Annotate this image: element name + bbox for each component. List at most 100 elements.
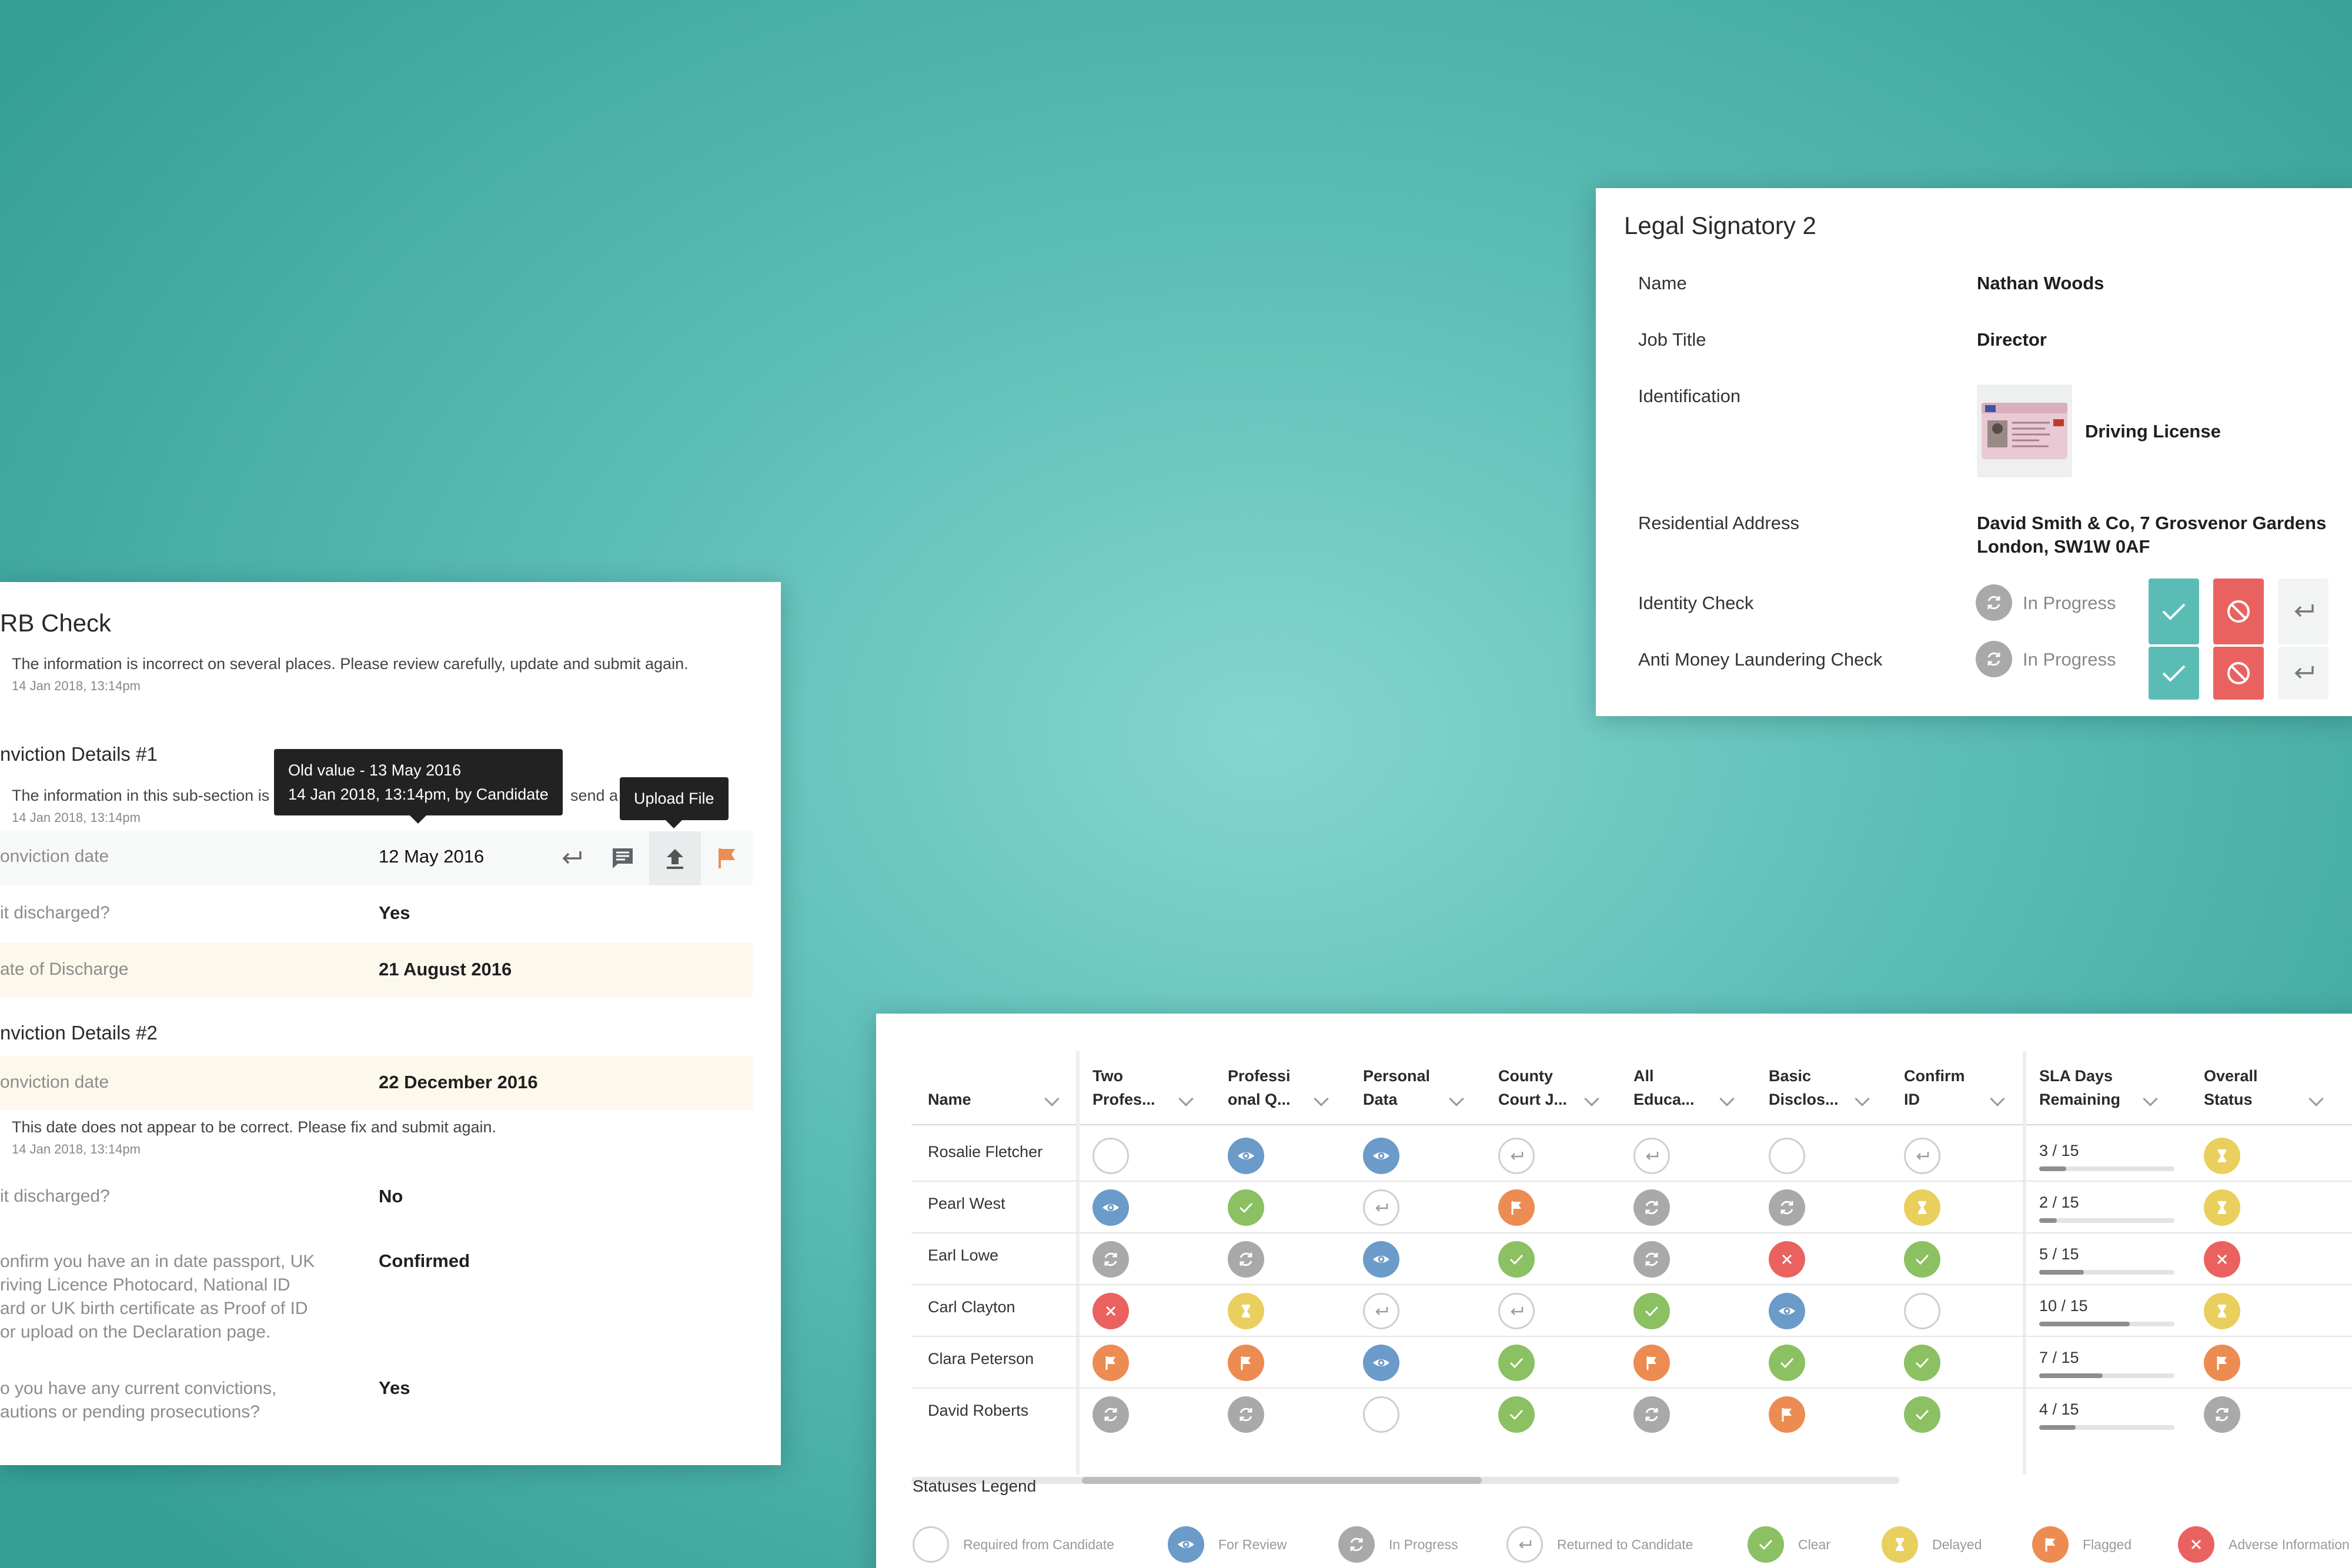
- column-header-4[interactable]: County Court J...: [1498, 1064, 1567, 1111]
- returned-status-icon[interactable]: [1498, 1293, 1535, 1329]
- overall-delayed-status-icon[interactable]: [2204, 1293, 2240, 1329]
- row-name[interactable]: Earl Lowe: [928, 1246, 998, 1265]
- sort-chevron-icon[interactable]: [1990, 1091, 2005, 1106]
- column-header-1[interactable]: Two Profes...: [1093, 1064, 1155, 1111]
- overall-progress-status-icon[interactable]: [2204, 1396, 2240, 1433]
- column-header-8[interactable]: SLA Days Remaining: [2039, 1064, 2120, 1111]
- progress-status-icon[interactable]: [1633, 1189, 1670, 1226]
- review-status-icon[interactable]: [1363, 1345, 1399, 1381]
- required-status-icon[interactable]: [1363, 1396, 1399, 1433]
- return-icon[interactable]: [554, 841, 588, 875]
- review-status-icon[interactable]: [1363, 1138, 1399, 1174]
- flagged-status-icon[interactable]: [1633, 1345, 1670, 1381]
- sla-progress-fill: [2039, 1166, 2066, 1171]
- clear-status-icon[interactable]: [1498, 1241, 1535, 1278]
- returned-status-icon[interactable]: [1363, 1189, 1399, 1226]
- clear-status-icon[interactable]: [1228, 1189, 1264, 1226]
- review-status-icon[interactable]: [1093, 1189, 1129, 1226]
- column-header-6[interactable]: Basic Disclos...: [1769, 1064, 1839, 1111]
- reject-button[interactable]: [2213, 579, 2264, 644]
- progress-status-icon[interactable]: [1093, 1396, 1129, 1433]
- returned-status-icon[interactable]: [1363, 1293, 1399, 1329]
- flagged-status-icon[interactable]: [1228, 1345, 1264, 1381]
- returned-status-icon[interactable]: [1633, 1138, 1670, 1174]
- clear-status-icon[interactable]: [1498, 1345, 1535, 1381]
- column-header-2[interactable]: Professi onal Q...: [1228, 1064, 1291, 1111]
- sort-chevron-icon[interactable]: [1044, 1091, 1060, 1106]
- required-status-icon[interactable]: [1769, 1138, 1805, 1174]
- check-label: Identity Check: [1638, 593, 1754, 613]
- approve-button[interactable]: [2149, 579, 2199, 644]
- overall-delayed-status-icon[interactable]: [2204, 1138, 2240, 1174]
- progress-status-icon[interactable]: [1228, 1396, 1264, 1433]
- sla-progress-bar: [2039, 1166, 2174, 1171]
- field-value: 12 May 2016: [379, 846, 485, 867]
- review-status-icon[interactable]: [1228, 1138, 1264, 1174]
- legend-adverse-status-icon: [2178, 1526, 2214, 1563]
- progress-status-icon[interactable]: [1769, 1189, 1805, 1226]
- progress-status-icon[interactable]: [1633, 1241, 1670, 1278]
- column-header-9[interactable]: Overall Status: [2204, 1064, 2258, 1111]
- overall-adverse-status-icon[interactable]: [2204, 1241, 2240, 1278]
- clear-status-icon[interactable]: [1904, 1241, 1940, 1278]
- delayed-status-icon[interactable]: [1228, 1293, 1264, 1329]
- section-note-1: The information in this sub-section is: [12, 787, 270, 804]
- sort-chevron-icon[interactable]: [1855, 1091, 1870, 1106]
- required-status-icon[interactable]: [1093, 1138, 1129, 1174]
- overall-delayed-status-icon[interactable]: [2204, 1189, 2240, 1226]
- flagged-status-icon[interactable]: [1769, 1396, 1805, 1433]
- column-header-7[interactable]: Confirm ID: [1904, 1064, 1965, 1111]
- row-name[interactable]: Clara Peterson: [928, 1350, 1034, 1368]
- clear-status-icon[interactable]: [1633, 1293, 1670, 1329]
- review-status-icon[interactable]: [1769, 1293, 1805, 1329]
- section-note-1-tail: send a: [570, 787, 619, 804]
- sort-chevron-icon[interactable]: [1178, 1091, 1194, 1106]
- sla-value: 10 / 15: [2039, 1297, 2088, 1315]
- review-status-icon[interactable]: [1363, 1241, 1399, 1278]
- sort-chevron-icon[interactable]: [1314, 1091, 1329, 1106]
- job-title-value: Director: [1977, 329, 2047, 350]
- identification-value[interactable]: Driving License: [2085, 421, 2221, 442]
- delayed-status-icon[interactable]: [1904, 1189, 1940, 1226]
- required-status-icon[interactable]: [1904, 1293, 1940, 1329]
- field-label: it discharged?: [0, 1186, 110, 1206]
- sort-chevron-icon[interactable]: [2143, 1091, 2158, 1106]
- horizontal-scrollbar[interactable]: [911, 1477, 1899, 1484]
- flag-icon[interactable]: [710, 841, 744, 875]
- progress-status-icon[interactable]: [1228, 1241, 1264, 1278]
- flagged-status-icon[interactable]: [1093, 1345, 1129, 1381]
- adverse-status-icon[interactable]: [1769, 1241, 1805, 1278]
- returned-status-icon[interactable]: [1904, 1138, 1940, 1174]
- returned-status-icon[interactable]: [1498, 1138, 1535, 1174]
- approve-button[interactable]: [2149, 647, 2199, 700]
- clear-status-icon[interactable]: [1904, 1396, 1940, 1433]
- progress-status-icon[interactable]: [1633, 1396, 1670, 1433]
- sort-chevron-icon[interactable]: [1449, 1091, 1464, 1106]
- clear-status-icon[interactable]: [1904, 1345, 1940, 1381]
- comment-icon[interactable]: [606, 841, 640, 875]
- progress-status-icon[interactable]: [1093, 1241, 1129, 1278]
- address-label: Residential Address: [1638, 513, 1799, 533]
- legend-item-flagged: Flagged: [2032, 1526, 2132, 1563]
- column-header-0[interactable]: Name: [928, 1088, 971, 1111]
- column-header-5[interactable]: All Educa...: [1633, 1064, 1695, 1111]
- row-name[interactable]: David Roberts: [928, 1402, 1028, 1420]
- clear-status-icon[interactable]: [1498, 1396, 1535, 1433]
- row-name[interactable]: Rosalie Fletcher: [928, 1143, 1043, 1161]
- row-name[interactable]: Pearl West: [928, 1195, 1005, 1213]
- scrollbar-thumb[interactable]: [1082, 1477, 1482, 1484]
- sort-chevron-icon[interactable]: [2308, 1091, 2324, 1106]
- reject-button[interactable]: [2213, 647, 2264, 700]
- overall-flagged-status-icon[interactable]: [2204, 1345, 2240, 1381]
- clear-status-icon[interactable]: [1769, 1345, 1805, 1381]
- row-name[interactable]: Carl Clayton: [928, 1298, 1015, 1316]
- flagged-status-icon[interactable]: [1498, 1189, 1535, 1226]
- sort-chevron-icon[interactable]: [1719, 1091, 1735, 1106]
- license-thumbnail[interactable]: [1977, 385, 2072, 477]
- return-button[interactable]: [2278, 647, 2328, 700]
- adverse-status-icon[interactable]: [1093, 1293, 1129, 1329]
- return-button[interactable]: [2278, 579, 2328, 644]
- upload-button[interactable]: [649, 831, 701, 885]
- column-header-3[interactable]: Personal Data: [1363, 1064, 1430, 1111]
- sort-chevron-icon[interactable]: [1584, 1091, 1599, 1106]
